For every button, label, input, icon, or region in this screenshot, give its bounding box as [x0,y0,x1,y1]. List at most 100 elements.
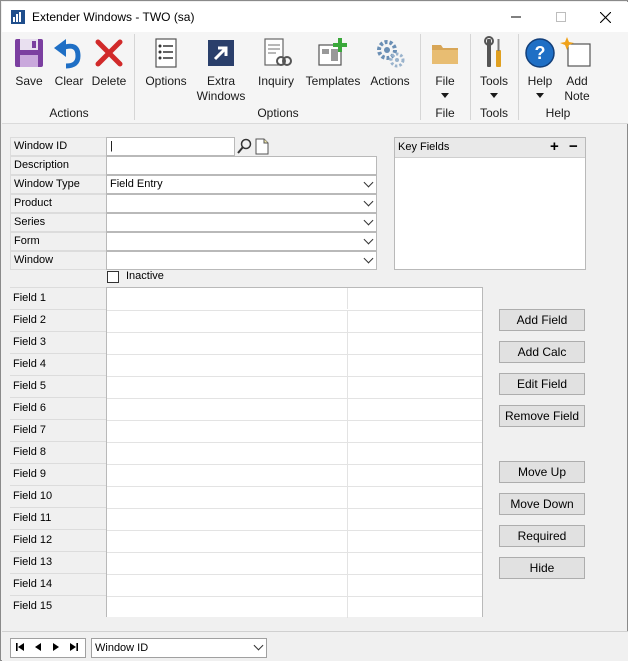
add-key-field-button[interactable]: + [550,138,559,156]
product-select[interactable] [106,194,377,213]
field-row[interactable] [107,398,482,420]
field-row-column-divider [347,553,348,574]
field-row-label: Field 13 [10,551,106,573]
file-group-label: File [435,106,455,120]
field-row-column-divider [347,399,348,420]
window-type-label: Window Type [10,175,106,194]
field-row[interactable] [107,486,482,508]
window-select[interactable] [106,251,377,270]
maximize-icon [555,12,566,22]
remove-key-field-button[interactable]: − [569,138,578,156]
first-record-button[interactable] [13,641,27,655]
field-row[interactable] [107,310,482,332]
options-button[interactable]: Options [142,36,190,89]
help-icon: ? [525,38,555,68]
field-row[interactable] [107,464,482,486]
field-row[interactable] [107,552,482,574]
templates-button[interactable]: Templates [304,36,362,89]
remove-field-button[interactable]: Remove Field [499,405,585,427]
previous-record-icon [35,643,41,651]
help-button[interactable]: ? Help [522,36,558,98]
field-row[interactable] [107,574,482,596]
clear-button[interactable]: Clear [52,36,86,89]
add-field-button[interactable]: Add Field [499,309,585,331]
gears-icon [377,40,405,68]
field-row[interactable] [107,596,482,618]
maximize-button[interactable] [538,2,583,32]
delete-label: Delete [91,74,127,88]
edit-field-button[interactable]: Edit Field [499,373,585,395]
close-button[interactable] [583,2,628,32]
actions-label: Actions [370,74,410,88]
window-id-input[interactable]: | [106,137,235,156]
tools-group-label: Tools [479,106,508,120]
chevron-down-icon [363,196,374,207]
hide-button[interactable]: Hide [499,557,585,579]
title-bar: Extender Windows - TWO (sa) [2,2,628,32]
sort-by-select[interactable]: Window ID [91,638,267,658]
field-row[interactable] [107,442,482,464]
field-row-label: Field 15 [10,595,106,617]
field-row[interactable] [107,288,482,309]
minimize-button[interactable] [493,2,538,32]
options-list-icon [155,38,177,68]
delete-button[interactable]: Delete [90,36,128,89]
field-row-label: Field 8 [10,441,106,463]
chevron-down-icon [363,234,374,245]
inquiry-button[interactable]: Inquiry [252,36,300,89]
last-record-button[interactable] [67,641,81,655]
actions-button[interactable]: Actions [366,36,414,89]
add-note-button[interactable]: Add Note [560,36,594,104]
field-row-column-divider [347,377,348,398]
key-fields-panel[interactable]: Key Fields + − [394,137,586,270]
field-row-column-divider [347,355,348,376]
add-calc-button[interactable]: Add Calc [499,341,585,363]
field-row-column-divider [347,333,348,354]
delete-x-icon [95,39,123,67]
help-label: Help [527,74,553,88]
move-up-button[interactable]: Move Up [499,461,585,483]
series-select[interactable] [106,213,377,232]
field-row[interactable] [107,376,482,398]
inactive-checkbox[interactable] [107,271,119,283]
new-document-button[interactable] [254,137,270,156]
extra-windows-button[interactable]: Extra Windows [194,36,248,104]
add-note-label-2: Note [564,89,590,103]
save-icon [15,39,43,67]
tools-icon [484,36,501,67]
series-label: Series [10,213,106,232]
field-row[interactable] [107,354,482,376]
field-row[interactable] [107,508,482,530]
ribbon-separator [518,34,519,120]
save-label: Save [15,74,43,88]
tools-button[interactable]: Tools [474,36,514,98]
description-label: Description [10,156,106,175]
field-row-label: Field 7 [10,419,106,441]
previous-record-button[interactable] [31,641,45,655]
file-button[interactable]: File [426,36,464,98]
field-row[interactable] [107,530,482,552]
field-row-label: Field 11 [10,507,106,529]
field-row-label: Field 10 [10,485,106,507]
required-button[interactable]: Required [499,525,585,547]
field-row-label: Field 4 [10,353,106,375]
save-button[interactable]: Save [10,36,48,89]
field-row-label: Field 1 [10,287,106,309]
field-row[interactable] [107,420,482,442]
app-icon [11,10,25,24]
key-fields-header: Key Fields + − [395,138,585,158]
form-select[interactable] [106,232,377,251]
field-row-column-divider [347,288,348,309]
inactive-label: Inactive [126,270,164,282]
first-record-icon [16,643,24,651]
key-fields-label: Key Fields [398,141,450,153]
field-row-label: Field 12 [10,529,106,551]
field-row[interactable] [107,332,482,354]
move-down-button[interactable]: Move Down [499,493,585,515]
product-label: Product [10,194,106,213]
next-record-button[interactable] [49,641,63,655]
actions-group-label: Actions [49,106,89,120]
description-input[interactable] [106,156,377,175]
window-type-select[interactable]: Field Entry [106,175,377,194]
lookup-button[interactable] [235,137,253,156]
